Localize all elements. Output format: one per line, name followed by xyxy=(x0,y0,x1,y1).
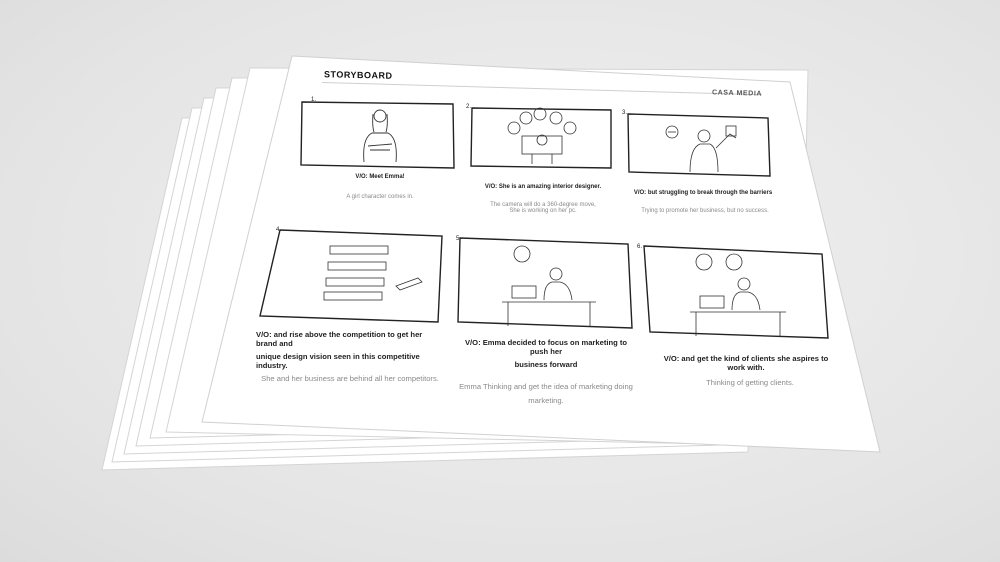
panel-6-voiceover: V/O: and get the kind of clients she asp… xyxy=(663,354,829,372)
panel-2-frame xyxy=(470,107,612,169)
panel-3-frame xyxy=(627,113,771,177)
panel-4-voiceover: V/O: and rise above the competition to g… xyxy=(256,330,436,370)
panel-2-voiceover: V/O: She is an amazing interior designer… xyxy=(484,184,602,190)
panel-3-voiceover: V/O: but struggling to break through the… xyxy=(633,190,773,196)
panel-6-description: Thinking of getting clients. xyxy=(706,378,794,387)
panel-6-frame xyxy=(643,245,829,339)
panel-1-description: A girl character comes in. xyxy=(346,194,414,200)
panel-4-description: She and her business are behind all her … xyxy=(261,374,439,383)
brand-name: CASA MEDIA xyxy=(711,89,763,98)
panel-5-voiceover: V/O: Emma decided to focus on marketing … xyxy=(458,338,634,369)
vo-line: V/O: Emma decided to focus on marketing … xyxy=(464,338,628,356)
panel-1-voiceover: V/O: Meet Emma! xyxy=(355,174,405,180)
panel-5-description: Emma Thinking and get the idea of market… xyxy=(454,380,638,408)
storyboard-scene: STORYBOARD CASA MEDIA 1. V/O: Meet Emma!… xyxy=(0,0,1000,562)
page-title: STORYBOARD xyxy=(324,69,393,81)
desc-line: Emma Thinking and get the idea of market… xyxy=(459,382,633,391)
panel-4-frame xyxy=(259,229,443,323)
desc-line: She is working on her pc. xyxy=(509,208,577,214)
panel-5-frame xyxy=(457,237,633,329)
panel-1-frame xyxy=(300,101,455,169)
panel-3-description: Trying to promote her business, but no s… xyxy=(641,208,769,214)
panel-2-description: The camera will do a 360-degree move, Sh… xyxy=(478,202,608,214)
desc-line: marketing. xyxy=(528,396,564,405)
vo-line: unique design vision seen in this compet… xyxy=(256,352,420,370)
vo-line: business forward xyxy=(514,360,578,369)
vo-line: V/O: and rise above the competition to g… xyxy=(256,330,423,348)
